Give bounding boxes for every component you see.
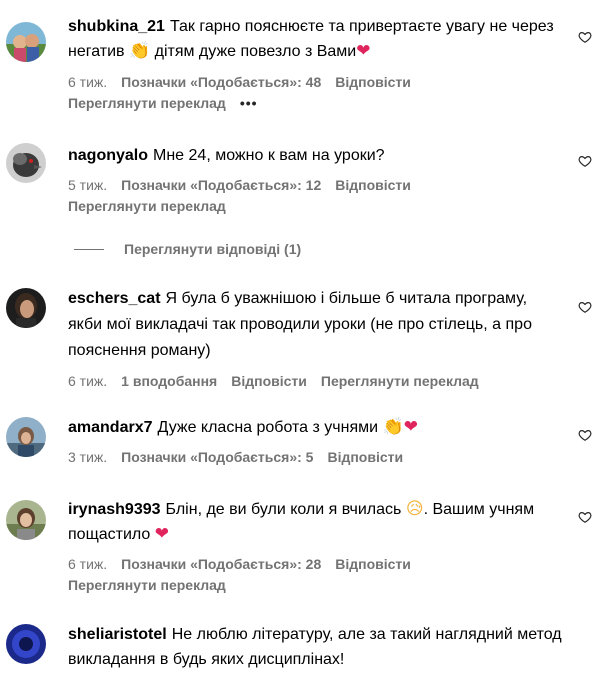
- like-heart-icon[interactable]: [578, 30, 592, 44]
- comment-meta: 6 тиж. Позначки «Подобається»: 48 Відповіс…: [68, 71, 564, 93]
- avatar[interactable]: [6, 624, 46, 664]
- comment-text-part: Дуже класна робота з учнями: [157, 419, 383, 436]
- avatar[interactable]: [6, 22, 46, 62]
- replies-divider-line: [74, 248, 104, 250]
- comment-text: eschers_cat Я була б уважнішою і більше б…: [68, 286, 564, 364]
- translate-row: Переглянути переклад: [68, 196, 564, 217]
- sad-face-emoji: 😥: [405, 499, 424, 519]
- comment-meta: 6 тиж. Позначки «Подобається»: 28 Відповіс…: [68, 553, 564, 575]
- translate-row: Переглянути переклад •••: [68, 93, 564, 114]
- like-heart-icon[interactable]: [578, 300, 592, 314]
- see-translation-button[interactable]: Переглянути переклад: [321, 373, 479, 389]
- like-heart-icon[interactable]: [578, 428, 592, 442]
- comment-username[interactable]: shubkina_21: [68, 18, 165, 35]
- comment-username[interactable]: eschers_cat: [68, 290, 161, 307]
- reply-button[interactable]: Відповісти: [335, 177, 411, 193]
- avatar[interactable]: [6, 417, 46, 457]
- comment-body: eschers_cat Я була б уважнішою і більше б…: [68, 286, 564, 392]
- likes-count[interactable]: Позначки «Подобається»: 48: [121, 74, 321, 90]
- comment-username[interactable]: amandarx7: [68, 419, 153, 436]
- comment-time[interactable]: 3 тиж.: [68, 449, 107, 465]
- avatar[interactable]: [6, 143, 46, 183]
- comment-username[interactable]: sheliaristotel: [68, 626, 167, 643]
- like-heart-icon[interactable]: [578, 510, 592, 524]
- comment-body: shubkina_21 Так гарно пояснюєте та привер…: [68, 14, 564, 114]
- comment-text: nagonyalo Мне 24, можно к вам на уроки?: [68, 143, 564, 168]
- comment-body: sheliaristotel Не люблю літературу, але з…: [68, 622, 564, 672]
- avatar[interactable]: [6, 500, 46, 540]
- comment-time[interactable]: 5 тиж.: [68, 177, 107, 193]
- comment-username[interactable]: nagonyalo: [68, 147, 148, 164]
- comment-body: nagonyalo Мне 24, можно к вам на уроки? 5…: [68, 143, 564, 217]
- comment-meta: 3 тиж. Позначки «Подобається»: 5 Відповіст…: [68, 446, 564, 468]
- more-options-icon[interactable]: •••: [240, 95, 258, 111]
- comment-text: shubkina_21 Так гарно пояснюєте та привер…: [68, 14, 564, 64]
- comment-text: sheliaristotel Не люблю літературу, але з…: [68, 622, 564, 672]
- comment-body: amandarx7 Дуже класна робота з учнями 👏❤ …: [68, 415, 564, 468]
- clapping-hands-emoji: 👏: [128, 41, 151, 61]
- comment-text-part: Блін, де ви були коли я вчилась: [165, 501, 406, 518]
- comment-username[interactable]: irynash9393: [68, 501, 161, 518]
- comment-time[interactable]: 6 тиж.: [68, 373, 107, 389]
- comment-text-part: Мне 24, можно к вам на уроки?: [153, 147, 385, 164]
- red-heart-emoji: ❤: [403, 417, 418, 437]
- view-replies-label: Переглянути відповіді (1): [124, 241, 302, 257]
- likes-count[interactable]: Позначки «Подобається»: 12: [121, 177, 321, 193]
- see-translation-button[interactable]: Переглянути переклад: [68, 198, 226, 214]
- red-heart-emoji: ❤: [356, 41, 371, 61]
- comment-text: irynash9393 Блін, де ви були коли я вчила…: [68, 497, 564, 547]
- view-replies-button[interactable]: Переглянути відповіді (1): [74, 238, 301, 260]
- reply-button[interactable]: Відповісти: [231, 373, 307, 389]
- comment-text: amandarx7 Дуже класна робота з учнями 👏❤: [68, 415, 564, 440]
- clapping-hands-emoji: 👏: [382, 417, 404, 437]
- translate-row: Переглянути переклад: [68, 575, 564, 596]
- likes-count[interactable]: Позначки «Подобається»: 5: [121, 449, 313, 465]
- comment-meta: 6 тиж. 1 вподобання Відповісти Переглянути …: [68, 370, 564, 392]
- comment-body: irynash9393 Блін, де ви були коли я вчила…: [68, 497, 564, 596]
- comment-time[interactable]: 6 тиж.: [68, 74, 107, 90]
- likes-count[interactable]: 1 вподобання: [121, 373, 217, 389]
- avatar[interactable]: [6, 288, 46, 328]
- reply-button[interactable]: Відповісти: [335, 74, 411, 90]
- comment-meta: 5 тиж. Позначки «Подобається»: 12 Відповіс…: [68, 174, 564, 196]
- reply-button[interactable]: Відповісти: [335, 556, 411, 572]
- comment-time[interactable]: 6 тиж.: [68, 556, 107, 572]
- reply-button[interactable]: Відповісти: [327, 449, 403, 465]
- like-heart-icon[interactable]: [578, 154, 592, 168]
- see-translation-button[interactable]: Переглянути переклад: [68, 95, 226, 111]
- see-translation-button[interactable]: Переглянути переклад: [68, 577, 226, 593]
- likes-count[interactable]: Позначки «Подобається»: 28: [121, 556, 321, 572]
- red-heart-emoji: ❤: [154, 524, 169, 544]
- comment-text-part: дітям дуже повезло з Вами: [150, 43, 357, 60]
